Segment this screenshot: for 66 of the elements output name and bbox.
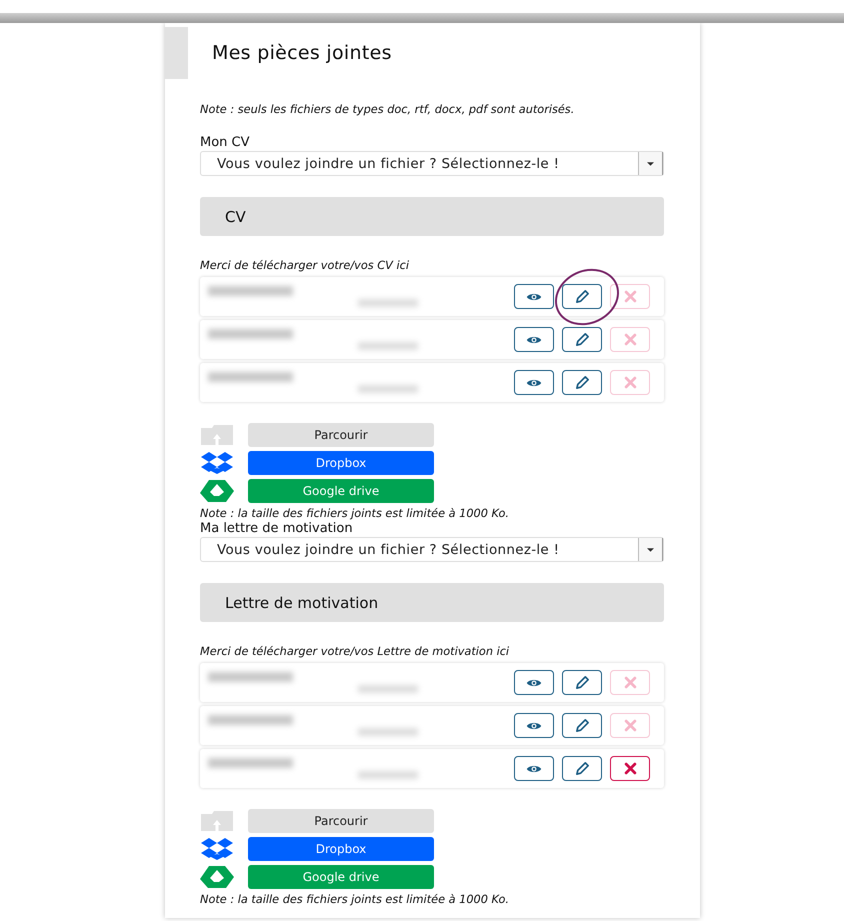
eye-icon — [526, 764, 542, 774]
eye-icon — [526, 720, 542, 730]
pencil-icon — [574, 675, 590, 690]
view-button[interactable] — [514, 284, 554, 309]
view-button[interactable] — [514, 670, 554, 695]
pencil-icon — [574, 718, 590, 733]
upload-instructions: Merci de télécharger votre/vos Lettre de motivation ici — [200, 647, 510, 657]
dropbox-icon — [201, 452, 233, 474]
edit-button[interactable] — [562, 370, 602, 395]
eye-icon — [526, 292, 542, 302]
size-note: Note : la taille des fichiers joints est limitée à 1000 Ko. — [200, 895, 510, 905]
size-note: Note : la taille des fichiers joints est limitée à 1000 Ko. — [200, 509, 510, 519]
browse-button[interactable]: Parcourir — [248, 809, 434, 833]
blurred-text — [358, 728, 418, 736]
upload-instructions: Merci de télécharger votre/vos CV ici — [200, 261, 410, 271]
section-header: CV — [200, 197, 664, 236]
eye-icon — [526, 678, 542, 688]
delete-button[interactable] — [610, 756, 650, 781]
close-icon — [624, 290, 636, 303]
dropbox-button[interactable]: Dropbox — [248, 451, 434, 475]
drive-icon — [200, 480, 234, 502]
view-button[interactable] — [514, 713, 554, 738]
pencil-icon — [574, 375, 590, 390]
field-label: Mon CV — [200, 136, 251, 150]
close-icon — [624, 676, 636, 689]
folder-upload-icon — [201, 811, 233, 831]
close-icon — [624, 333, 636, 346]
dropdown-button[interactable] — [638, 152, 663, 175]
edit-button[interactable] — [562, 756, 602, 781]
view-button[interactable] — [514, 327, 554, 352]
drive-icon — [200, 866, 234, 888]
dropdown-button[interactable] — [638, 538, 663, 561]
edit-button[interactable] — [562, 713, 602, 738]
pencil-icon — [574, 289, 590, 304]
blurred-text — [358, 684, 418, 692]
file-select[interactable]: Vous voulez joindre un fichier ? Sélectionnez-le ! — [200, 537, 664, 562]
edit-button[interactable] — [562, 327, 602, 352]
pencil-icon — [574, 761, 590, 776]
close-icon — [624, 376, 636, 389]
dropbox-icon — [201, 838, 233, 860]
blurred-text — [358, 298, 418, 306]
section-header: Lettre de motivation — [200, 583, 664, 622]
close-icon — [624, 719, 636, 732]
folder-upload-icon — [201, 425, 233, 445]
blurred-text — [358, 770, 418, 778]
dropbox-button[interactable]: Dropbox — [248, 837, 434, 861]
view-button[interactable] — [514, 370, 554, 395]
caret-icon — [647, 548, 654, 552]
file-select[interactable]: Vous voulez joindre un fichier ? Sélectionnez-le ! — [200, 151, 664, 176]
tab-marker — [165, 27, 188, 79]
close-icon — [624, 762, 636, 775]
blurred-text — [358, 342, 418, 350]
pencil-icon — [574, 332, 590, 347]
browse-button[interactable]: Parcourir — [248, 423, 434, 447]
edit-button[interactable] — [562, 284, 602, 309]
blurred-text — [358, 384, 418, 392]
page-title: Mes pièces jointes — [212, 42, 392, 64]
view-button[interactable] — [514, 756, 554, 781]
field-label: Ma lettre de motivation — [200, 522, 354, 536]
eye-icon — [526, 378, 542, 388]
edit-button[interactable] — [562, 670, 602, 695]
select-placeholder: Vous voulez joindre un fichier ? Sélectionnez-le ! — [217, 156, 560, 172]
file-type-note: Note : seuls les fichiers de types doc, rtf, docx, pdf sont autorisés. — [200, 105, 576, 115]
caret-icon — [647, 162, 654, 166]
eye-icon — [526, 334, 542, 344]
select-placeholder: Vous voulez joindre un fichier ? Sélectionnez-le ! — [217, 542, 560, 558]
